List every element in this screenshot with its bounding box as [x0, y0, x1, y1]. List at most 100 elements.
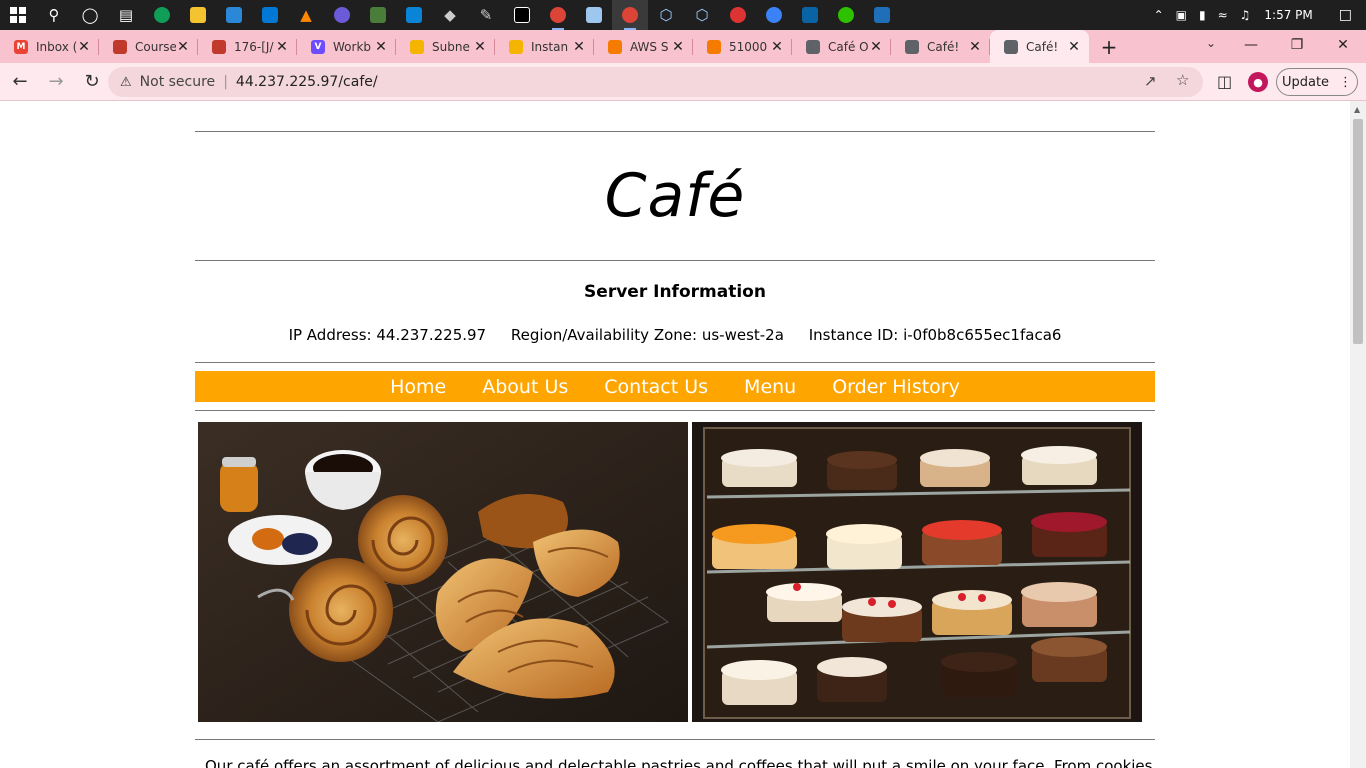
- vertical-scrollbar[interactable]: ▲: [1350, 101, 1366, 768]
- notification-icon[interactable]: □: [1339, 7, 1352, 23]
- tab-favicon-icon: M: [14, 39, 28, 54]
- tab-close-icon[interactable]: ✕: [77, 39, 91, 55]
- scrollbar-thumb[interactable]: [1353, 119, 1363, 344]
- browser-tab[interactable]: Café! ✕: [891, 30, 990, 63]
- tab-close-icon[interactable]: ✕: [374, 39, 388, 55]
- tab-strip: M Inbox (✕ Course ✕ 176-[J/✕ V Workb ✕ Subne ✕ Ins…: [0, 30, 1366, 63]
- tab-label: Café O: [828, 39, 869, 54]
- server-info-heading: Server Information: [584, 282, 766, 302]
- kebab-menu-icon: ⋮: [1339, 74, 1353, 90]
- virtualbox-icon[interactable]: ⬡: [684, 0, 720, 30]
- browser-tab[interactable]: Subne ✕: [396, 30, 495, 63]
- back-button[interactable]: ←: [4, 66, 36, 98]
- tab-search-icon[interactable]: ⌄: [1206, 36, 1216, 50]
- volume-icon[interactable]: ♫: [1240, 8, 1251, 22]
- tab-close-icon[interactable]: ✕: [869, 39, 883, 55]
- tab-close-icon[interactable]: ✕: [176, 39, 190, 55]
- wifi-icon[interactable]: ≈: [1218, 8, 1228, 22]
- security-label[interactable]: Not secure: [140, 74, 216, 90]
- bookmark-star-icon[interactable]: ☆: [1176, 71, 1189, 89]
- url-text[interactable]: 44.237.225.97/cafe/: [236, 74, 378, 90]
- minimize-icon[interactable]: —: [1228, 30, 1274, 60]
- browser-tab[interactable]: 176-[J/✕: [198, 30, 297, 63]
- search-icon[interactable]: ⚲: [36, 0, 72, 30]
- file-explorer-icon[interactable]: [180, 0, 216, 30]
- divider: [195, 410, 1155, 411]
- tab-close-icon[interactable]: ✕: [275, 39, 289, 55]
- app-icon[interactable]: [324, 0, 360, 30]
- browser-tab[interactable]: AWS S ✕: [594, 30, 693, 63]
- app-icon[interactable]: [360, 0, 396, 30]
- tab-close-icon[interactable]: ✕: [770, 39, 784, 55]
- share-icon[interactable]: ↗: [1144, 72, 1157, 90]
- battery-icon[interactable]: ▮: [1199, 8, 1206, 22]
- nav-menu-link[interactable]: Menu: [744, 376, 796, 398]
- update-label: Update: [1281, 74, 1330, 90]
- system-tray: ⌃ ▣ ▮ ≈ ♫ 1:57 PM □: [1148, 0, 1366, 30]
- update-button[interactable]: Update ⋮: [1276, 68, 1358, 96]
- reload-button[interactable]: ↻: [76, 66, 108, 98]
- notepad-icon[interactable]: [576, 0, 612, 30]
- new-tab-button[interactable]: +: [1089, 30, 1129, 63]
- browser-tab[interactable]: Course ✕: [99, 30, 198, 63]
- page-viewport: Café Server Information IP Address: 44.2…: [0, 101, 1350, 768]
- tab-label: Workb: [333, 39, 372, 54]
- profile-avatar[interactable]: ●: [1248, 72, 1268, 92]
- git-icon[interactable]: ◆: [432, 0, 468, 30]
- chrome-icon[interactable]: [612, 0, 648, 30]
- meet-icon[interactable]: ▣: [1176, 8, 1187, 22]
- cafe-description: Our café offers an assortment of delicio…: [205, 757, 1155, 768]
- tab-label: Café!: [927, 39, 960, 54]
- nav-contact-link[interactable]: Contact Us: [604, 376, 708, 398]
- forward-button[interactable]: →: [40, 66, 72, 98]
- mail-icon[interactable]: [252, 0, 288, 30]
- wechat-icon[interactable]: [828, 0, 864, 30]
- app-icon[interactable]: [756, 0, 792, 30]
- vlc-icon[interactable]: ▲: [288, 0, 324, 30]
- pycharm-icon[interactable]: [504, 0, 540, 30]
- nav-home-link[interactable]: Home: [390, 376, 446, 398]
- tab-close-icon[interactable]: ✕: [968, 39, 982, 55]
- virtualbox-icon[interactable]: ⬡: [648, 0, 684, 30]
- address-bar[interactable]: ⚠ Not secure | 44.237.225.97/cafe/ ↗ ☆: [108, 67, 1203, 97]
- ip-address: IP Address: 44.237.225.97: [288, 326, 487, 344]
- nav-about-link[interactable]: About Us: [482, 376, 568, 398]
- chevron-up-icon[interactable]: ⌃: [1154, 8, 1164, 22]
- app-icon[interactable]: [720, 0, 756, 30]
- tab-label: Instan: [531, 39, 569, 54]
- app-icon[interactable]: [864, 0, 900, 30]
- divider: [195, 362, 1155, 363]
- tab-label: 51000: [729, 39, 768, 54]
- remote-desktop-icon[interactable]: [792, 0, 828, 30]
- tab-close-icon[interactable]: ✕: [1067, 39, 1081, 55]
- tab-favicon-icon: [113, 39, 127, 54]
- nav-order-history-link[interactable]: Order History: [832, 376, 960, 398]
- vscode-icon[interactable]: [396, 0, 432, 30]
- browser-tab[interactable]: 51000 ✕: [693, 30, 792, 63]
- tab-favicon-icon: [1004, 39, 1018, 54]
- browser-tab[interactable]: Café! ✕: [990, 30, 1089, 63]
- store-icon[interactable]: [216, 0, 252, 30]
- cortana-icon[interactable]: ◯: [72, 0, 108, 30]
- tab-close-icon[interactable]: ✕: [572, 39, 586, 55]
- scroll-up-icon[interactable]: ▲: [1354, 105, 1360, 114]
- warning-icon[interactable]: ⚠: [120, 75, 132, 90]
- browser-tab[interactable]: V Workb ✕: [297, 30, 396, 63]
- windows-start-icon[interactable]: [0, 0, 36, 30]
- cakes-display-image: [692, 422, 1142, 722]
- task-view-icon[interactable]: ▤: [108, 0, 144, 30]
- tab-close-icon[interactable]: ✕: [473, 39, 487, 55]
- browser-tab[interactable]: Instan ✕: [495, 30, 594, 63]
- tab-label: Subne: [432, 39, 470, 54]
- restore-icon[interactable]: ❐: [1274, 30, 1320, 60]
- browser-tab[interactable]: Café O ✕: [792, 30, 891, 63]
- tab-close-icon[interactable]: ✕: [671, 39, 685, 55]
- window-controls: — ❐ ✕: [1228, 30, 1366, 60]
- chrome-icon[interactable]: [540, 0, 576, 30]
- clock[interactable]: 1:57 PM: [1264, 8, 1312, 22]
- side-panel-icon[interactable]: ◫: [1217, 72, 1232, 91]
- edge-icon[interactable]: [144, 0, 180, 30]
- app-icon[interactable]: ✎: [468, 0, 504, 30]
- browser-tab[interactable]: M Inbox (✕: [0, 30, 99, 63]
- close-icon[interactable]: ✕: [1320, 30, 1366, 60]
